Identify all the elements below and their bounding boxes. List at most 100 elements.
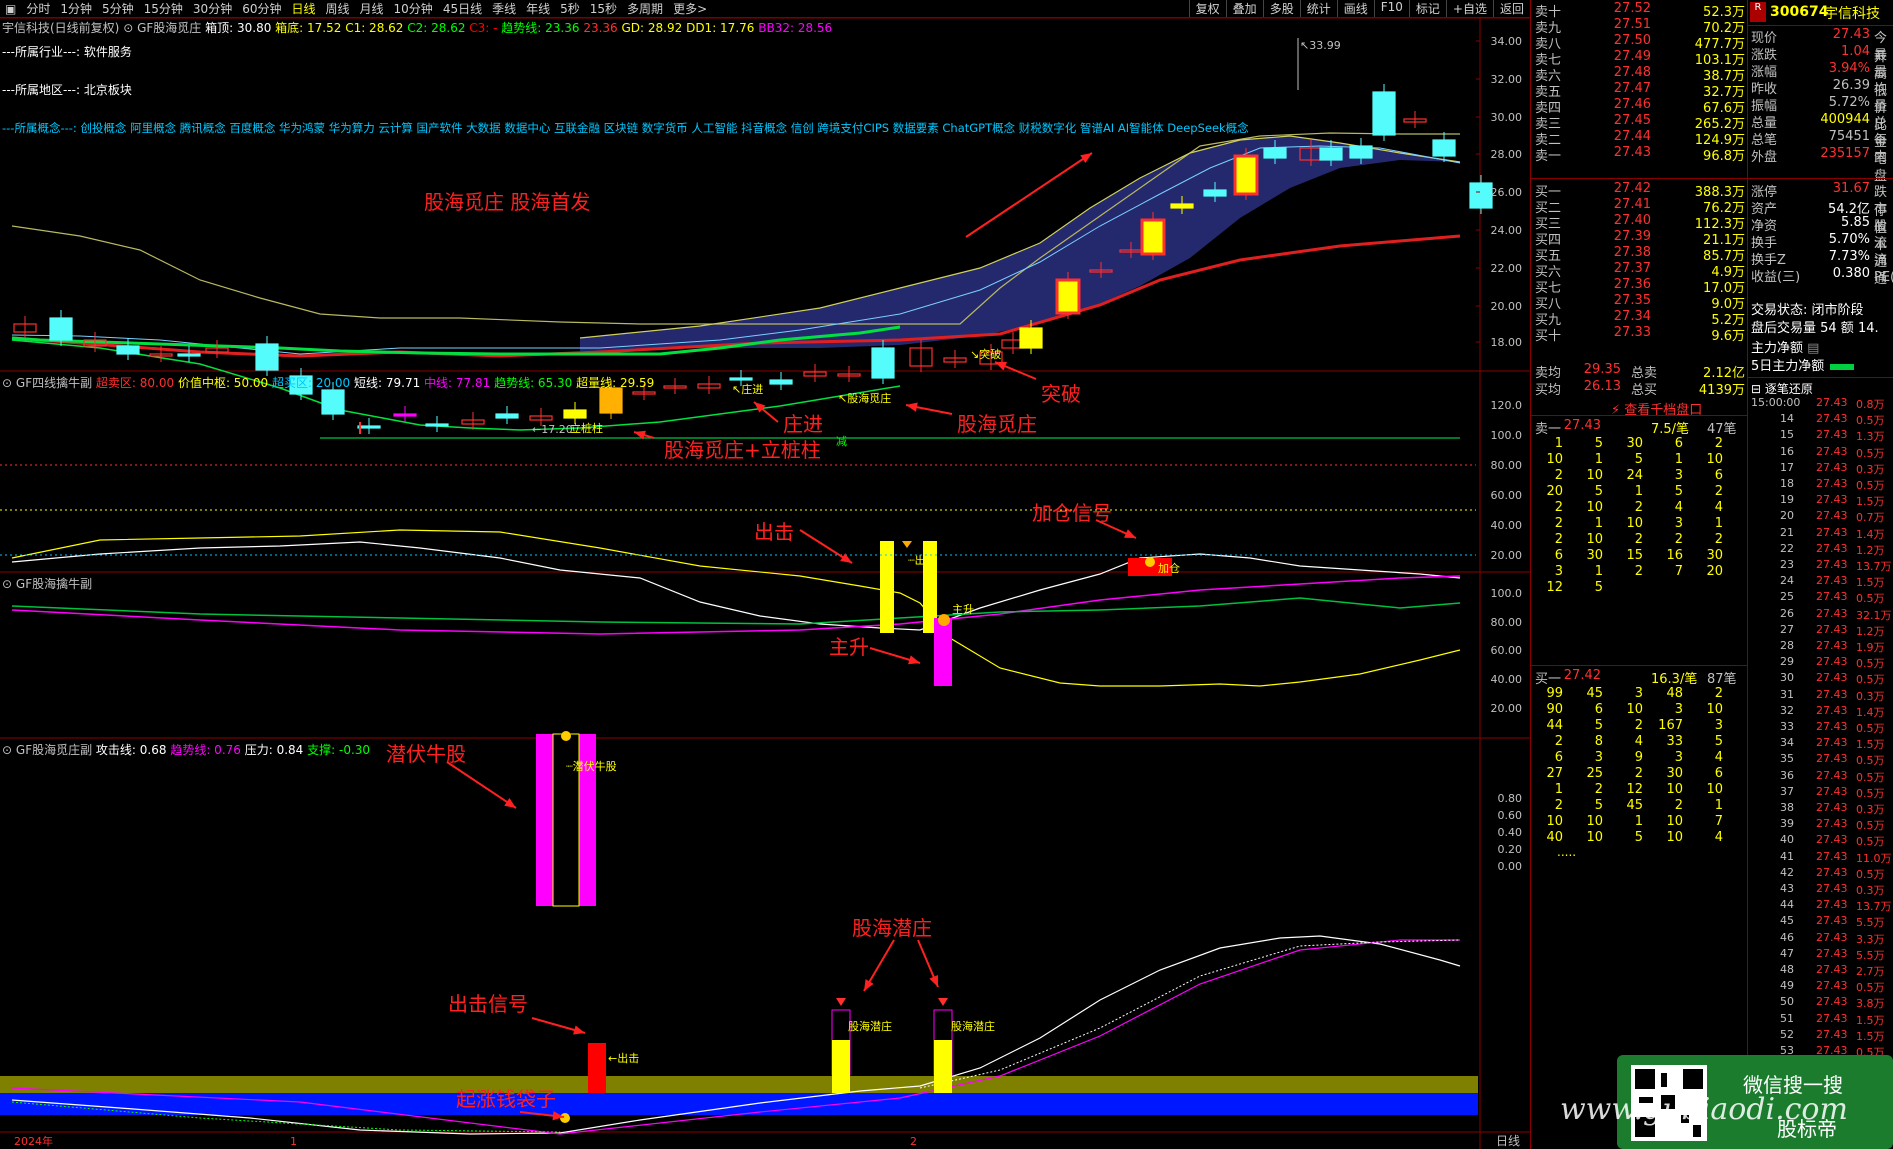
buy-queue-cell: 4 xyxy=(1714,750,1723,765)
settings-circle-icon[interactable]: ⊙ xyxy=(2,743,12,757)
sell-queue-cell: 16 xyxy=(1666,548,1683,563)
settings-circle-icon[interactable]: ⊙ xyxy=(2,376,12,390)
p4-yellow-bar-1 xyxy=(832,1040,850,1093)
toolbar-button-3[interactable]: 统计 xyxy=(1299,0,1337,17)
period-tab-12[interactable]: 年线 xyxy=(521,0,555,17)
ask-row-0[interactable]: 卖十 27.52 52.3万 xyxy=(1531,1,1748,20)
ask-row-1[interactable]: 卖九 27.51 70.2万 xyxy=(1531,17,1748,36)
ask-row-4[interactable]: 卖六 27.48 38.7万 xyxy=(1531,65,1748,84)
tick-row-29: 42 27.43 0.5万 xyxy=(1748,866,1893,882)
toolbar-button-0[interactable]: 复权 xyxy=(1188,0,1226,17)
ask-row-2[interactable]: 卖八 27.50 477.7万 xyxy=(1531,33,1748,52)
toolbar-button-7[interactable]: +自选 xyxy=(1445,0,1493,17)
tick-price: 27.43 xyxy=(1816,963,1848,976)
tick-row-8: 21 27.43 1.4万 xyxy=(1748,526,1893,542)
settings-circle-icon[interactable]: ⊙ xyxy=(123,21,133,35)
annotation-mizhuang: 股海觅庄 xyxy=(957,412,1037,436)
bid-row-6[interactable]: 买七 27.36 17.0万 xyxy=(1531,277,1748,296)
panel3-indicator[interactable]: GF股海擒牛副 xyxy=(16,577,92,591)
period-tab-14[interactable]: 15秒 xyxy=(585,0,622,17)
annotation-chuji: 出击 xyxy=(754,520,794,544)
period-tab-0[interactable]: 分时 xyxy=(21,0,55,17)
period-tab-6[interactable]: 日线 xyxy=(286,0,320,17)
toolbar-button-5[interactable]: F10 xyxy=(1373,0,1409,17)
ask-row-6[interactable]: 卖四 27.46 67.6万 xyxy=(1531,97,1748,116)
bid-row-2[interactable]: 买三 27.40 112.3万 xyxy=(1531,213,1748,232)
period-tab-4[interactable]: 30分钟 xyxy=(188,0,237,17)
arrow-zhusheng-head xyxy=(908,655,920,665)
tick-time: 30 xyxy=(1780,671,1794,685)
buy-queue-row-7: 2 5 45 2 1 xyxy=(1531,798,1748,814)
bid-row-9[interactable]: 买十 27.33 9.6万 xyxy=(1531,325,1748,344)
bid-row-5[interactable]: 买六 27.37 4.9万 xyxy=(1531,261,1748,280)
tick-volume: 0.5万 xyxy=(1856,819,1885,833)
ask-row-3[interactable]: 卖七 27.49 103.1万 xyxy=(1531,49,1748,68)
candle-16 xyxy=(563,409,587,419)
tick-volume: 0.5万 xyxy=(1856,770,1885,784)
bid-row-4[interactable]: 买五 27.38 85.7万 xyxy=(1531,245,1748,264)
book-divider xyxy=(1531,178,1748,179)
sell-queue-cell: 15 xyxy=(1626,548,1643,563)
period-tab-7[interactable]: 周线 xyxy=(321,0,355,17)
bid-row-8[interactable]: 买九 27.34 5.2万 xyxy=(1531,309,1748,328)
period-tab-9[interactable]: 10分钟 xyxy=(389,0,438,17)
buy-queue-cell: 3 xyxy=(1594,750,1603,765)
bid-row-7[interactable]: 买八 27.35 9.0万 xyxy=(1531,293,1748,312)
panel2-indicator[interactable]: GF四线擒牛副 xyxy=(16,376,92,390)
p2-axis-label: 40.00 xyxy=(1491,519,1523,532)
buy-queue-cell: 1 xyxy=(1634,814,1643,829)
tick-price: 27.43 xyxy=(1816,460,1848,474)
ask-row-5[interactable]: 卖五 27.47 32.7万 xyxy=(1531,81,1748,100)
bid-row-3[interactable]: 买四 27.39 21.1万 xyxy=(1531,229,1748,248)
ask-row-8-price: 27.44 xyxy=(1613,129,1651,144)
sell-queue-cell: 4 xyxy=(1714,500,1723,515)
bid-row-0[interactable]: 买一 27.42 388.3万 xyxy=(1531,181,1748,200)
p4-yellow-bar-2 xyxy=(934,1040,952,1093)
tick-time: 51 xyxy=(1780,1011,1794,1025)
toolbar-button-1[interactable]: 叠加 xyxy=(1225,0,1263,17)
period-tab-3[interactable]: 15分钟 xyxy=(139,0,188,17)
period-tab-2[interactable]: 5分钟 xyxy=(97,0,139,17)
ask-row-9[interactable]: 卖一 27.43 96.8万 xyxy=(1531,145,1748,164)
toolbar-button-2[interactable]: 多股 xyxy=(1262,0,1300,17)
menu-box-icon[interactable]: ▣ xyxy=(0,2,21,16)
ask-row-8[interactable]: 卖二 27.44 124.9万 xyxy=(1531,129,1748,148)
period-tab-5[interactable]: 60分钟 xyxy=(237,0,286,17)
money-bag-icon xyxy=(561,731,571,741)
indicator-name[interactable]: GF股海觅庄 xyxy=(137,21,201,35)
tick-price: 27.43 xyxy=(1816,1027,1848,1041)
p2-value-5: 趋势线: 65.30 xyxy=(494,376,577,390)
tick-price: 27.43 xyxy=(1816,946,1848,960)
period-tab-1[interactable]: 1分钟 xyxy=(55,0,97,17)
buy-queue-cell: 10 xyxy=(1586,814,1603,829)
bid-row-1[interactable]: 买二 27.41 76.2万 xyxy=(1531,197,1748,216)
tick-time: 29 xyxy=(1780,655,1794,669)
tick-row-39: 52 27.43 1.5万 xyxy=(1748,1028,1893,1044)
bid-row-0-price: 27.42 xyxy=(1613,181,1651,196)
panel4-indicator[interactable]: GF股海觅庄副 xyxy=(16,743,92,757)
tick-price: 27.43 xyxy=(1816,622,1848,636)
ask-row-7[interactable]: 卖三 27.45 265.2万 xyxy=(1531,113,1748,132)
toolbar-button-4[interactable]: 画线 xyxy=(1336,0,1374,17)
period-tab-10[interactable]: 45日线 xyxy=(438,0,487,17)
candle-42 xyxy=(1372,91,1396,136)
tick-time: 49 xyxy=(1780,979,1794,993)
settings-circle-icon[interactable]: ⊙ xyxy=(2,577,12,591)
period-tab-8[interactable]: 月线 xyxy=(355,0,389,17)
period-tab-15[interactable]: 多周期 xyxy=(622,0,668,17)
toolbar-button-6[interactable]: 标记 xyxy=(1408,0,1446,17)
main-net-label: 主力净额 xyxy=(1751,341,1804,356)
quote-value: 3.94% xyxy=(1828,61,1870,76)
chart-small-icon[interactable]: ▤ xyxy=(1803,341,1819,356)
buy-queue-cell: 10 xyxy=(1666,814,1683,829)
quote-row-9: 资产 54.2亿 市值 xyxy=(1748,198,1893,236)
toolbar-button-8[interactable]: 返回 xyxy=(1492,0,1530,17)
candle-40 xyxy=(1319,147,1343,161)
ticks-title[interactable]: ⊟ 逐笔还原 xyxy=(1751,380,1813,397)
period-tab-13[interactable]: 5秒 xyxy=(555,0,585,17)
period-tab-16[interactable]: 更多> xyxy=(668,0,712,17)
buy-queue-cell: 2 xyxy=(1634,718,1643,733)
period-tab-11[interactable]: 季线 xyxy=(487,0,521,17)
tick-price: 27.43 xyxy=(1816,655,1848,669)
quote-row-6: 总笔 75451 每笔 xyxy=(1748,129,1893,167)
